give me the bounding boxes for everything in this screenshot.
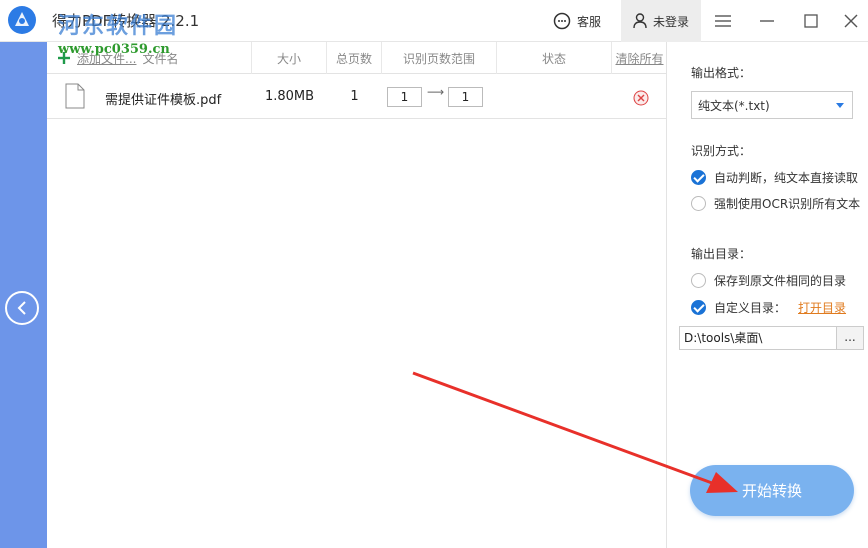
chevron-left-icon (17, 301, 26, 315)
title-bar: 得力PDF转换器 2.2.1 河东软件园 客服 未登录 (0, 0, 868, 42)
maximize-icon (804, 14, 818, 28)
col-size: 大小 (252, 42, 327, 74)
dir-custom-label: 自定义目录： (714, 301, 787, 315)
app-logo-icon (8, 6, 36, 34)
document-icon (65, 83, 85, 109)
menu-button[interactable] (701, 0, 745, 42)
radio-unchecked-icon[interactable] (691, 273, 706, 288)
file-name: 需提供证件模板.pdf (105, 93, 222, 108)
recognize-auto-option[interactable]: 自动判断，纯文本直接读取 (691, 169, 858, 186)
file-pages: 1 (350, 89, 359, 104)
watermark-site: 河东软件园 (58, 13, 179, 39)
radio-unchecked-icon[interactable] (691, 196, 706, 211)
login-label: 未登录 (652, 14, 689, 29)
recognize-auto-label: 自动判断，纯文本直接读取 (714, 171, 859, 185)
output-dir-label: 输出目录： (691, 247, 752, 261)
collapse-sidebar-button[interactable] (5, 291, 39, 325)
range-from-input[interactable]: 1 (387, 87, 422, 107)
dir-same-label: 保存到原文件相同的目录 (714, 274, 847, 288)
minimize-button[interactable] (745, 0, 789, 42)
close-button[interactable] (829, 0, 868, 42)
dir-custom-option[interactable]: 自定义目录： 打开目录 (691, 299, 846, 316)
table-row[interactable]: 需提供证件模板.pdf 1.80MB 1 1 ⟶ 1 (47, 75, 667, 119)
arrow-right-icon: ⟶ (427, 85, 445, 99)
radio-checked-icon[interactable] (691, 170, 706, 185)
output-format-select[interactable]: 纯文本(*.txt) (691, 91, 853, 119)
range-to-input[interactable]: 1 (448, 87, 483, 107)
caret-down-icon (836, 103, 844, 108)
clear-all-link[interactable]: 清除所有 (612, 42, 667, 74)
col-status: 状态 (497, 42, 612, 74)
hamburger-icon (715, 15, 731, 27)
output-format-label: 输出格式： (691, 66, 752, 80)
customer-service-label: 客服 (577, 14, 602, 29)
login-button[interactable]: 未登录 (621, 0, 701, 42)
start-convert-button[interactable]: 开始转换 (690, 465, 854, 516)
minimize-icon (760, 20, 774, 22)
watermark-url: www.pc0359.cn (58, 42, 170, 57)
output-path-input[interactable]: D:\tools\桌面\ (679, 326, 837, 350)
delete-file-icon[interactable] (633, 90, 649, 106)
maximize-button[interactable] (789, 0, 833, 42)
file-list-area: 添加文件... 文件名 大小 总页数 识别页数范围 状态 清除所有 需提供证件模… (47, 42, 667, 548)
browse-button[interactable]: ... (837, 326, 864, 350)
open-directory-link[interactable]: 打开目录 (798, 299, 846, 316)
close-icon (844, 14, 858, 28)
settings-panel: 输出格式： 纯文本(*.txt) 识别方式： 自动判断，纯文本直接读取 强制使用… (667, 42, 868, 548)
recognize-ocr-option[interactable]: 强制使用OCR识别所有文本 (691, 195, 860, 212)
radio-checked-icon[interactable] (691, 300, 706, 315)
left-sidebar (0, 42, 47, 548)
col-pages: 总页数 (327, 42, 382, 74)
dir-same-option[interactable]: 保存到原文件相同的目录 (691, 272, 846, 289)
col-range: 识别页数范围 (382, 42, 497, 74)
chat-bubble-icon (553, 12, 571, 30)
user-icon (633, 13, 647, 29)
file-size: 1.80MB (264, 89, 315, 104)
customer-service-button[interactable]: 客服 (553, 8, 601, 34)
output-format-value: 纯文本(*.txt) (698, 98, 770, 113)
recognize-mode-label: 识别方式： (691, 144, 752, 158)
recognize-ocr-label: 强制使用OCR识别所有文本 (714, 197, 861, 211)
